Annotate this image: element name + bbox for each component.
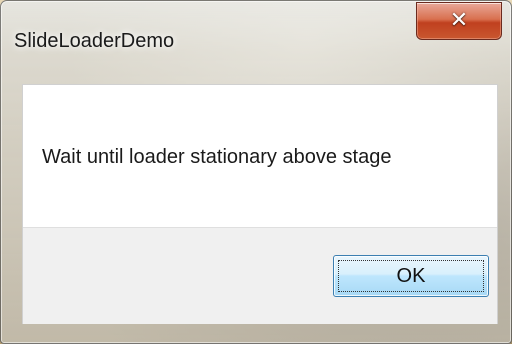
ok-button-label: OK bbox=[396, 264, 426, 287]
message-text: Wait until loader stationary above stage bbox=[42, 146, 392, 168]
close-icon: ✕ bbox=[449, 8, 469, 33]
window-title: SlideLoaderDemo bbox=[14, 30, 175, 52]
button-area: OK bbox=[23, 227, 497, 324]
close-button[interactable]: ✕ bbox=[416, 2, 502, 40]
ok-button[interactable]: OK bbox=[333, 255, 489, 297]
message-dialog: SlideLoaderDemo ✕ Wait until loader stat… bbox=[0, 0, 512, 344]
dialog-body: Wait until loader stationary above stage… bbox=[22, 84, 498, 324]
title-bar[interactable]: SlideLoaderDemo ✕ bbox=[0, 0, 512, 84]
